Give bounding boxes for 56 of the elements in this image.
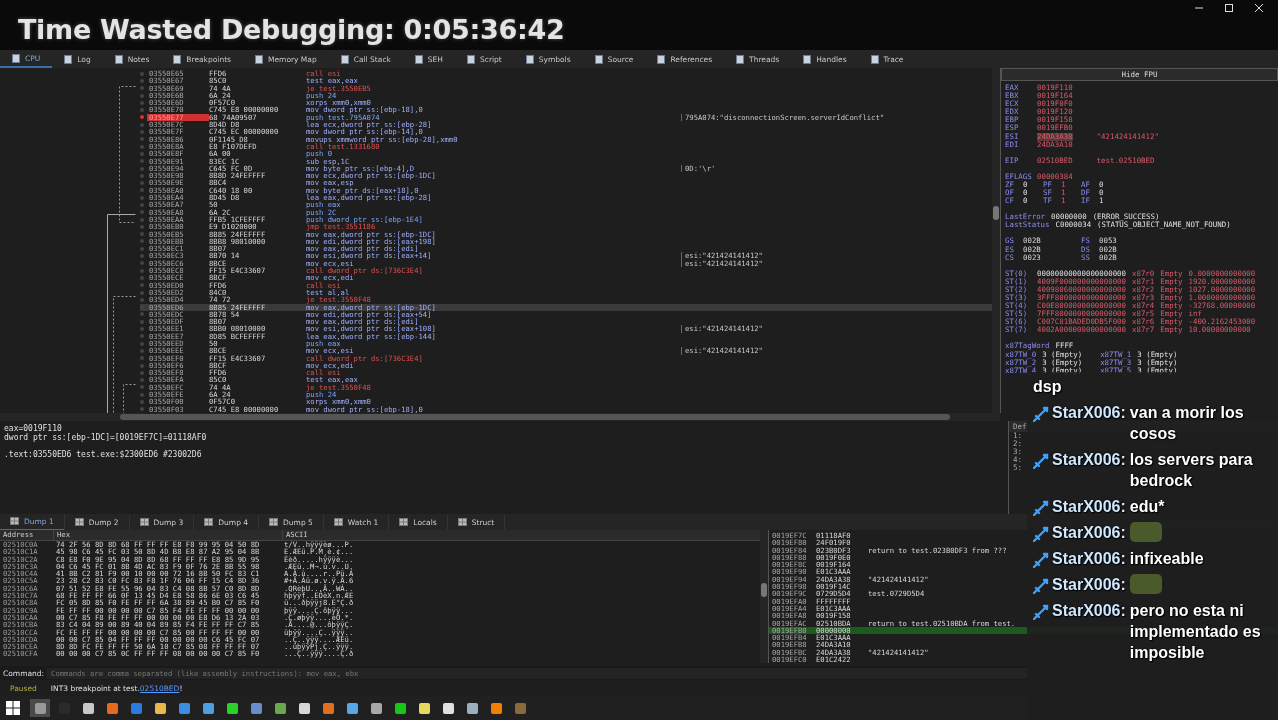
chat-message: edu* [1129, 497, 1166, 517]
document-icon [64, 54, 73, 64]
chat-message: dsp [1033, 378, 1062, 395]
document-icon [255, 54, 263, 64]
info-line: eax=0019F110 [4, 424, 63, 433]
chat-username[interactable]: StarX006: [1052, 496, 1126, 517]
grid-icon [10, 517, 19, 525]
document-icon [340, 54, 349, 64]
chat-username[interactable]: StarX006: [1052, 449, 1126, 470]
scrollbar-thumb[interactable] [993, 206, 999, 220]
chat-message: pero no esta ni implementado es imposible [1129, 601, 1262, 663]
sword-icon [1033, 578, 1049, 594]
grid-icon [204, 518, 214, 526]
chat-message: infixeable [1129, 549, 1205, 569]
chat-username[interactable]: StarX006: [1052, 574, 1126, 595]
document-icon [114, 54, 123, 64]
document-icon [414, 54, 423, 64]
document-icon [657, 54, 666, 64]
sword-icon [1033, 406, 1049, 422]
document-icon [870, 54, 879, 64]
grid-icon [399, 518, 409, 526]
sword-icon [1033, 552, 1049, 568]
breakpoint-dot[interactable] [140, 115, 144, 120]
info-line: dword ptr ss:[ebp-1DC]=[0019EF7C]=01118AF0 [4, 433, 208, 442]
grid-icon [139, 518, 149, 526]
grid-icon [457, 518, 467, 526]
chat-username[interactable]: StarX006: [1052, 548, 1126, 569]
scrollbar-thumb[interactable] [761, 583, 767, 598]
document-icon [803, 54, 812, 64]
document-icon [467, 54, 475, 64]
sword-icon [1033, 604, 1049, 620]
close-icon[interactable] [1254, 3, 1264, 13]
maximize-icon[interactable] [1224, 3, 1234, 13]
sticker-placeholder [1129, 574, 1162, 594]
grid-icon [269, 518, 279, 526]
breakpoint-dot[interactable] [140, 203, 144, 207]
sticker-placeholder [1129, 522, 1162, 542]
chat-username[interactable]: StarX006: [1052, 522, 1126, 543]
document-icon [736, 54, 745, 64]
info-line: .text:03550ED6 test.exe:$2300ED6 #23002D6 [4, 450, 203, 459]
grid-icon [74, 518, 84, 526]
chat-username[interactable]: StarX006: [1052, 600, 1126, 621]
sword-icon [1033, 526, 1049, 542]
breakpoint-dot[interactable] [140, 130, 144, 134]
stream-timer-title: Time Wasted Debugging: 0:05:36:42 [17, 13, 565, 45]
sword-icon [1033, 453, 1049, 469]
breakpoint-dot[interactable] [140, 400, 144, 404]
chat-username[interactable]: StarX006: [1052, 402, 1126, 423]
document-icon [525, 54, 534, 64]
grid-icon [333, 518, 343, 526]
sword-icon [1033, 500, 1049, 516]
scrollbar-thumb[interactable] [120, 414, 950, 420]
windows-logo-icon[interactable] [6, 701, 20, 715]
document-icon [594, 54, 603, 64]
document-icon [173, 54, 182, 64]
document-icon [12, 53, 20, 63]
